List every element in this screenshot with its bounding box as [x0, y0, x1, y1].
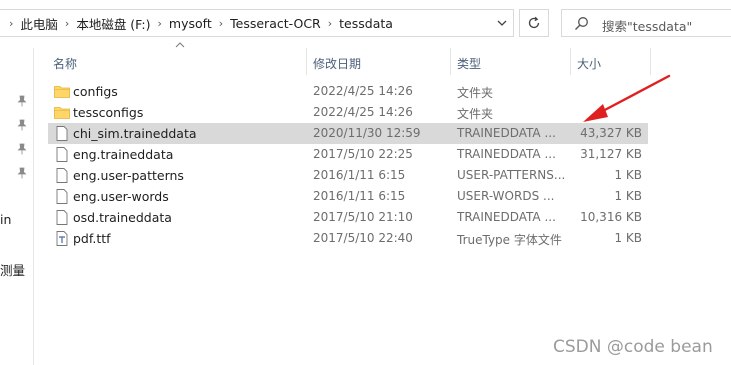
file-type: USER-PATTERNS...: [457, 168, 566, 182]
breadcrumb-mysoft[interactable]: mysoft: [169, 16, 212, 31]
column-header-date[interactable]: 修改日期: [307, 48, 450, 75]
column-divider[interactable]: [650, 48, 651, 75]
folder-icon: [54, 107, 70, 119]
folder-icon: [54, 86, 70, 98]
file-size: 1 KB: [614, 189, 642, 203]
file-size: 1 KB: [614, 168, 642, 182]
font-file-icon: [56, 231, 68, 246]
file-icon: [56, 189, 68, 204]
search-placeholder: 搜索"tessdata": [602, 19, 693, 34]
breadcrumb-tessdata[interactable]: tessdata: [339, 16, 393, 31]
file-date: 2017/5/10 22:25: [313, 147, 413, 161]
file-date: 2017/5/10 21:10: [313, 210, 413, 224]
file-type: TRAINEDDATA ...: [457, 147, 556, 161]
breadcrumb-separator-icon[interactable]: ›: [9, 17, 13, 30]
refresh-button[interactable]: [519, 9, 549, 37]
nav-item-label[interactable]: 测量: [0, 260, 25, 279]
file-name: osd.traineddata: [73, 210, 172, 225]
nav-item-label[interactable]: in: [0, 212, 11, 227]
file-row[interactable]: pdf.ttf 2017/5/10 22:40 TrueType 字体文件 1 …: [48, 228, 648, 249]
file-type: TrueType 字体文件: [457, 233, 562, 247]
navigation-pane: in 测量: [0, 48, 34, 365]
file-type: TRAINEDDATA ...: [457, 126, 556, 140]
file-date: 2016/1/11 6:15: [313, 168, 406, 182]
breadcrumb-separator-icon[interactable]: ›: [65, 17, 69, 30]
pin-icon[interactable]: [17, 95, 27, 107]
column-header-label: 名称: [53, 57, 78, 71]
file-size: 1 KB: [614, 231, 642, 245]
breadcrumb-separator-icon[interactable]: ›: [219, 17, 223, 30]
file-row[interactable]: eng.user-patterns 2016/1/11 6:15 USER-PA…: [48, 165, 648, 186]
search-icon: [575, 17, 588, 30]
column-header-type[interactable]: 类型: [451, 48, 570, 75]
file-icon: [56, 168, 68, 183]
file-icon: [56, 147, 68, 162]
file-row-selected[interactable]: chi_sim.traineddata 2020/11/30 12:59 TRA…: [48, 123, 648, 144]
breadcrumb-drive[interactable]: 本地磁盘 (F:): [76, 14, 150, 33]
refresh-icon: [528, 16, 540, 29]
watermark: CSDN @code bean: [553, 337, 713, 357]
file-date: 2020/11/30 12:59: [313, 126, 421, 140]
file-name: eng.user-words: [73, 189, 169, 204]
file-type: USER-WORDS ...: [457, 189, 555, 203]
address-bar[interactable]: › 此电脑 › 本地磁盘 (F:) › mysoft › Tesseract-O…: [0, 9, 514, 37]
file-row[interactable]: eng.user-words 2016/1/11 6:15 USER-WORDS…: [48, 186, 648, 207]
file-type: 文件夹: [457, 86, 494, 100]
file-size: 10,316 KB: [580, 210, 642, 224]
column-header-label: 大小: [577, 57, 602, 71]
red-arrow-annotation: [583, 74, 671, 122]
column-header-size[interactable]: 大小: [571, 48, 650, 75]
file-row[interactable]: tessconfigs 2022/4/25 14:26 文件夹: [48, 102, 648, 123]
chevron-down-icon[interactable]: [495, 16, 509, 30]
breadcrumb-separator-icon[interactable]: ›: [328, 17, 332, 30]
file-name: eng.user-patterns: [73, 168, 184, 183]
search-box[interactable]: 搜索"tessdata": [561, 9, 731, 37]
file-size: 31,127 KB: [580, 147, 642, 161]
pin-icon[interactable]: [17, 143, 27, 155]
column-header-name[interactable]: 名称: [48, 48, 306, 75]
file-icon: [56, 126, 68, 141]
file-name: pdf.ttf: [73, 231, 111, 246]
breadcrumb-tesseract[interactable]: Tesseract-OCR: [230, 16, 321, 31]
breadcrumb-this-pc[interactable]: 此电脑: [20, 14, 58, 33]
file-name: chi_sim.traineddata: [73, 126, 197, 141]
toolbar: › 此电脑 › 本地磁盘 (F:) › mysoft › Tesseract-O…: [0, 0, 731, 48]
file-name: configs: [73, 84, 118, 99]
file-date: 2022/4/25 14:26: [313, 84, 413, 98]
file-icon: [56, 210, 68, 225]
breadcrumb: › 此电脑 › 本地磁盘 (F:) › mysoft › Tesseract-O…: [0, 10, 393, 36]
file-type: 文件夹: [457, 107, 494, 121]
file-date: 2017/5/10 22:40: [313, 231, 413, 245]
breadcrumb-separator-icon[interactable]: ›: [158, 17, 162, 30]
file-row[interactable]: osd.traineddata 2017/5/10 21:10 TRAINEDD…: [48, 207, 648, 228]
file-type: TRAINEDDATA ...: [457, 210, 556, 224]
file-date: 2016/1/11 6:15: [313, 189, 406, 203]
file-date: 2022/4/25 14:26: [313, 105, 413, 119]
file-name: tessconfigs: [73, 105, 144, 120]
column-header-label: 类型: [457, 57, 482, 71]
file-row[interactable]: eng.traineddata 2017/5/10 22:25 TRAINEDD…: [48, 144, 648, 165]
file-name: eng.traineddata: [73, 147, 174, 162]
file-row[interactable]: configs 2022/4/25 14:26 文件夹: [48, 81, 648, 102]
column-header-label: 修改日期: [313, 57, 362, 71]
pin-icon[interactable]: [17, 167, 27, 179]
pin-icon[interactable]: [17, 119, 27, 131]
